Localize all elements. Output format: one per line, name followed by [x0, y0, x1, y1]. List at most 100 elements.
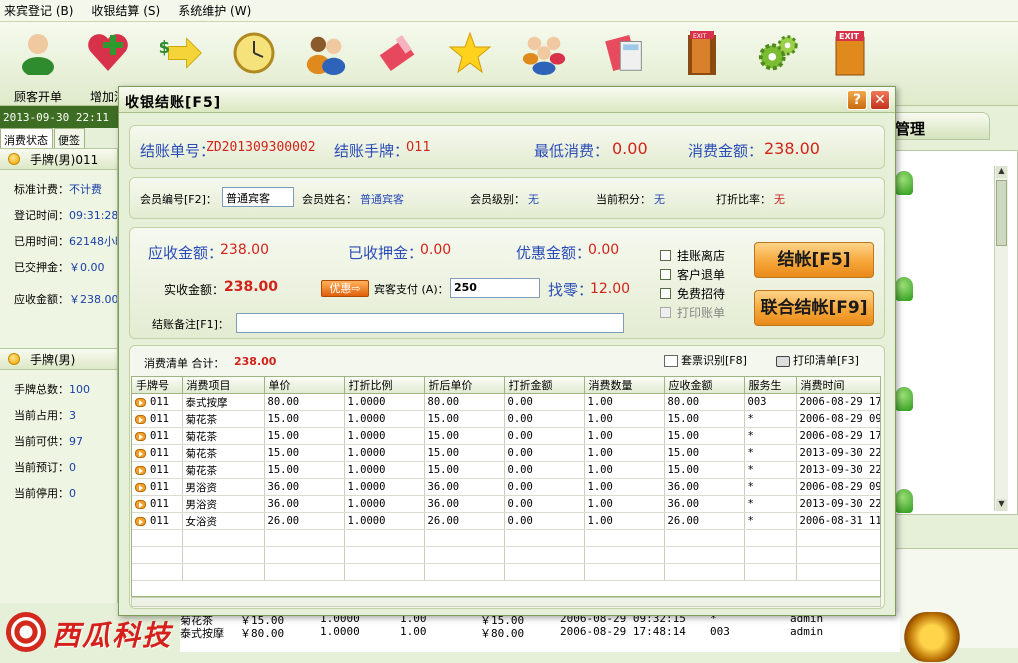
- table-row[interactable]: 011 泰式按摩 80.00 1.0000 80.00 0.00 1.00 80.00 003 2…: [132, 393, 880, 411]
- table-row[interactable]: 011 菊花茶 15.00 1.0000 15.00 0.00 1.00 15.00 * 2013…: [132, 444, 880, 462]
- invoice-recognize-button[interactable]: 套票识别[F8]: [664, 352, 747, 368]
- toolbar-button-5[interactable]: [296, 30, 356, 76]
- scroll-thumb[interactable]: [996, 180, 1007, 246]
- table-row[interactable]: [132, 546, 880, 564]
- checkbox-box[interactable]: [660, 307, 671, 318]
- cell-text: 011: [150, 396, 169, 408]
- pin-icon[interactable]: [895, 387, 913, 411]
- table-cell: 011: [132, 495, 183, 513]
- member-number-input[interactable]: 普通宾客: [222, 187, 294, 207]
- discount-button[interactable]: 优惠⇨: [321, 280, 369, 297]
- toolbar-button-4[interactable]: [224, 30, 284, 76]
- table-cell: 1.0000: [344, 495, 425, 513]
- checkout-button[interactable]: 结帐[F5]: [754, 242, 874, 278]
- info-label: 当前可供：: [14, 435, 69, 448]
- info-value: 不计费: [69, 183, 102, 196]
- cell-text: 011: [150, 515, 169, 527]
- column-header[interactable]: 消费数量: [584, 377, 665, 394]
- table-cell: 0.00: [504, 410, 585, 428]
- table-cell: 011: [132, 478, 183, 496]
- toolbar-button-11[interactable]: [748, 30, 808, 76]
- help-button[interactable]: ?: [847, 90, 867, 110]
- menu-guest-registration[interactable]: 来宾登记 (B): [4, 2, 73, 19]
- menu-system-maintenance[interactable]: 系统维护 (W): [178, 2, 251, 19]
- tab-notes[interactable]: 便签: [54, 128, 85, 148]
- table-cell: 1.0000: [344, 461, 425, 479]
- toolbar-button-6[interactable]: [368, 30, 428, 76]
- actual-amount-label: 实收金额：: [164, 283, 225, 297]
- info-value: ￥0.00: [69, 261, 105, 274]
- column-header[interactable]: 手牌号: [132, 377, 183, 394]
- cell: 2006-08-29 17:48:14: [560, 625, 686, 638]
- table-row[interactable]: 011 菊花茶 15.00 1.0000 15.00 0.00 1.00 15.00 * 2006…: [132, 410, 880, 428]
- checkbox-label: 客户退单: [677, 268, 726, 282]
- scroll-up-icon[interactable]: ▲: [996, 166, 1007, 178]
- cell-text: 011: [150, 447, 169, 459]
- table-cell: 菊花茶: [182, 410, 265, 428]
- member-info-panel: 会员编号[F2]： 普通宾客 会员姓名： 普通宾客 会员级别： 无 当前积分： …: [129, 177, 885, 219]
- table-cell: [744, 563, 797, 581]
- info-label: 已用时间：: [14, 235, 69, 248]
- info-value: 0: [69, 460, 76, 474]
- customer-open-bill-button[interactable]: 顾客开单: [8, 30, 68, 105]
- tab-consumption-status[interactable]: 消费状态: [0, 128, 53, 148]
- table-row[interactable]: [132, 563, 880, 581]
- pin-icon[interactable]: [895, 489, 913, 513]
- table-horizontal-scrollbar[interactable]: [131, 597, 881, 607]
- close-button[interactable]: ✕: [870, 90, 890, 110]
- table-row[interactable]: [132, 529, 880, 547]
- info-row: 已交押金： ￥0.00: [0, 254, 117, 280]
- print-bill-checkbox[interactable]: 打印账单: [660, 304, 725, 321]
- info-label: 当前预订：: [14, 461, 69, 474]
- info-row: 登记时间： 09:31:28: [0, 202, 117, 228]
- remark-input[interactable]: [236, 313, 624, 333]
- scroll-down-icon[interactable]: ▼: [996, 499, 1007, 511]
- table-cell: *: [744, 512, 797, 530]
- table-cell: 011: [132, 444, 183, 462]
- table-cell: 15.00: [424, 444, 505, 462]
- table-row[interactable]: 011 女浴资 26.00 1.0000 26.00 0.00 1.00 26.00 * 2006…: [132, 512, 880, 530]
- table-cell: 1.0000: [344, 427, 425, 445]
- column-header[interactable]: 单价: [264, 377, 345, 394]
- menu-bar: 来宾登记 (B) 收银结算 (S) 系统维护 (W): [0, 0, 1018, 22]
- toolbar-button-9[interactable]: [596, 30, 656, 76]
- table-cell: 15.00: [264, 427, 345, 445]
- pin-icon[interactable]: [895, 171, 913, 195]
- actual-amount-value: 238.00: [224, 279, 279, 295]
- joint-checkout-button[interactable]: 联合结帐[F9]: [754, 290, 874, 326]
- toolbar-button-12[interactable]: EXIT: [820, 30, 880, 76]
- toolbar-button-7[interactable]: [440, 30, 500, 76]
- table-row[interactable]: 011 菊花茶 15.00 1.0000 15.00 0.00 1.00 15.00 * 2013…: [132, 461, 880, 479]
- column-header[interactable]: 消费时间: [796, 377, 880, 394]
- checkbox-box[interactable]: [660, 269, 671, 280]
- column-header[interactable]: 折后单价: [424, 377, 505, 394]
- table-cell: [182, 546, 265, 564]
- free-hospitality-checkbox[interactable]: 免费招待: [660, 285, 725, 302]
- customer-cancel-checkbox[interactable]: 客户退单: [660, 266, 725, 283]
- info-value: 09:31:28: [69, 208, 117, 222]
- column-header[interactable]: 服务生: [744, 377, 797, 394]
- right-scrollbar[interactable]: ▲ ▼: [994, 166, 1008, 511]
- checkbox-box[interactable]: [660, 288, 671, 299]
- checkbox-box[interactable]: [660, 250, 671, 261]
- charge-leave-checkbox[interactable]: 挂账离店: [660, 247, 725, 264]
- table-cell: [504, 546, 585, 564]
- info-label: 当前停用：: [14, 487, 69, 500]
- toolbar-button-3[interactable]: $: [150, 30, 210, 76]
- column-header[interactable]: 打折比例: [344, 377, 425, 394]
- column-header[interactable]: 消费项目: [182, 377, 265, 394]
- print-list-button[interactable]: 打印清单[F3]: [776, 352, 859, 368]
- table-row[interactable]: 011 男浴资 36.00 1.0000 36.00 0.00 1.00 36.00 * 2013…: [132, 495, 880, 513]
- toolbar-button-8[interactable]: [514, 30, 574, 76]
- guest-payment-input[interactable]: 250: [450, 278, 540, 298]
- column-header[interactable]: 打折金额: [504, 377, 585, 394]
- column-header[interactable]: 应收金额: [664, 377, 745, 394]
- toolbar-button-10[interactable]: EXIT: [672, 30, 732, 76]
- table-cell: *: [744, 495, 797, 513]
- pin-icon[interactable]: [895, 277, 913, 301]
- table-row[interactable]: 011 菊花茶 15.00 1.0000 15.00 0.00 1.00 15.00 * 2006…: [132, 427, 880, 445]
- star-icon: [447, 30, 493, 76]
- table-row[interactable]: 011 男浴资 36.00 1.0000 36.00 0.00 1.00 36.00 * 2006…: [132, 478, 880, 496]
- eraser-icon: [375, 30, 421, 76]
- menu-checkout[interactable]: 收银结算 (S): [91, 2, 160, 19]
